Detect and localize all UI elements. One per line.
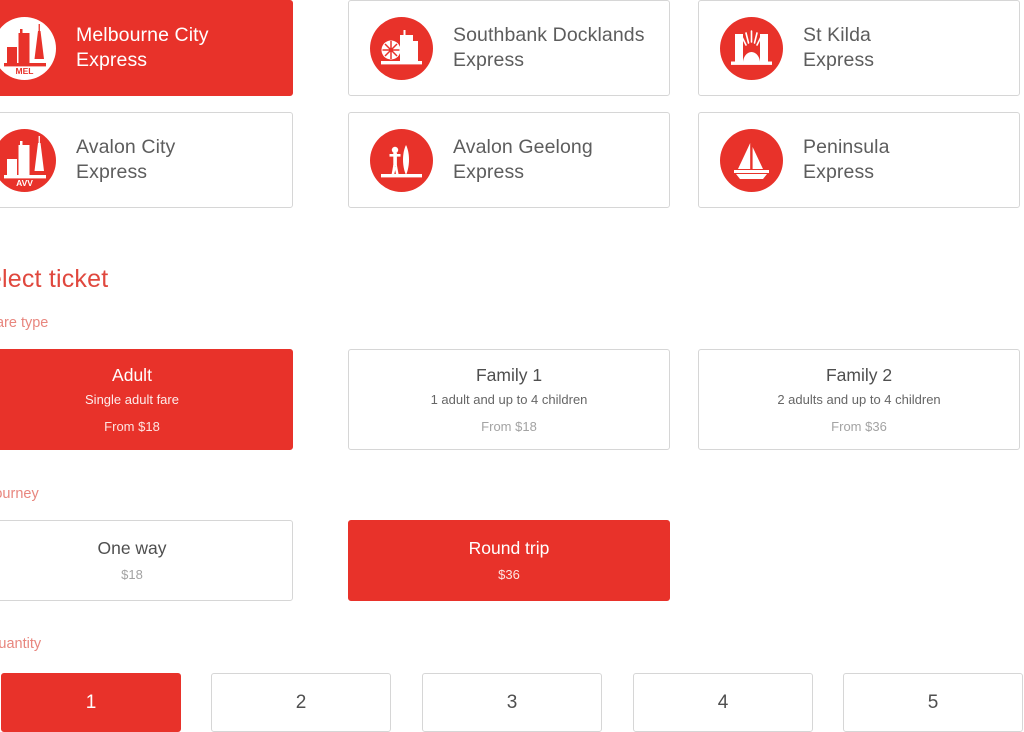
fare-type-subtitle: Single adult fare [85, 391, 179, 407]
journey-title: One way [97, 538, 167, 558]
quantity-label: 5 [927, 691, 939, 713]
fare-type-price: From $18 [104, 418, 160, 434]
route-card-label: St Kilda Express [803, 23, 874, 73]
city-skyline-icon: AVV [0, 128, 56, 192]
route-card-label-line1: St Kilda [803, 24, 872, 46]
journey-option-round-trip[interactable]: Round trip $36 [348, 520, 670, 601]
journey-price: $18 [121, 567, 143, 582]
sailboat-icon [720, 128, 783, 192]
route-card-label-line2: Express [803, 161, 875, 183]
page-title: Select ticket [0, 265, 109, 293]
quantity-option-5[interactable]: 5 [843, 673, 1023, 732]
luna-park-arch-icon [720, 16, 783, 80]
ferris-wheel-icon [370, 16, 433, 80]
fare-type-option-adult[interactable]: Adult Single adult fare From $18 [0, 349, 293, 450]
route-card-label: Peninsula Express [803, 135, 890, 185]
fare-type-title: Family 1 [475, 364, 543, 385]
route-card-label-line1: Southbank Docklands [453, 24, 645, 46]
route-card-label: Avalon Geelong Express [453, 135, 593, 185]
route-card-southbank-docklands-express[interactable]: Southbank Docklands Express [348, 0, 670, 96]
route-card-avalon-geelong-express[interactable]: Avalon Geelong Express [348, 112, 670, 208]
surfer-icon [370, 128, 433, 192]
quantity-label: 1 [85, 691, 97, 713]
route-card-label-line2: Express [803, 49, 875, 71]
fare-type-option-family-2[interactable]: Family 2 2 adults and up to 4 children F… [698, 349, 1020, 450]
route-card-melbourne-city-express[interactable]: MEL Melbourne City Express [0, 0, 293, 96]
journey-title: Round trip [468, 538, 550, 558]
route-card-label: Southbank Docklands Express [453, 23, 645, 73]
route-card-label-line2: Express [76, 49, 148, 71]
route-card-st-kilda-express[interactable]: St Kilda Express [698, 0, 1020, 96]
quantity-option-4[interactable]: 4 [633, 673, 813, 732]
fare-type-price: From $18 [481, 418, 537, 434]
quantity-option-1[interactable]: 1 [1, 673, 181, 732]
route-icon-code: AVV [16, 178, 33, 188]
route-card-label: Melbourne City Express [76, 23, 209, 73]
quantity-option-2[interactable]: 2 [211, 673, 391, 732]
fare-type-subtitle: 2 adults and up to 4 children [777, 391, 941, 407]
fare-type-price: From $36 [831, 418, 887, 434]
city-skyline-icon: MEL [0, 16, 56, 80]
route-card-peninsula-express[interactable]: Peninsula Express [698, 112, 1020, 208]
fare-type-title: Family 2 [825, 364, 893, 385]
booking-page: MEL Melbourne City Express Southbank Doc… [0, 0, 1024, 732]
route-card-label-line1: Avalon Geelong [453, 136, 593, 158]
journey-price: $36 [498, 567, 520, 582]
fare-type-option-family-1[interactable]: Family 1 1 adult and up to 4 children Fr… [348, 349, 670, 450]
route-card-label-line1: Melbourne City [76, 24, 209, 46]
fare-type-title: Adult [112, 364, 152, 385]
step-label-fare-type: 1. Fare type [0, 315, 49, 331]
quantity-label: 4 [717, 691, 729, 713]
quantity-label: 3 [506, 691, 518, 713]
route-card-label-line2: Express [453, 161, 525, 183]
fare-type-subtitle: 1 adult and up to 4 children [430, 391, 588, 407]
route-card-label-line1: Peninsula [803, 136, 890, 158]
step-label-journey: 2. Journey [0, 486, 39, 502]
route-card-avalon-city-express[interactable]: AVV Avalon City Express [0, 112, 293, 208]
quantity-label: 2 [295, 691, 307, 713]
quantity-option-3[interactable]: 3 [422, 673, 602, 732]
route-icon-code: MEL [16, 66, 34, 76]
route-card-label-line1: Avalon City [76, 136, 176, 158]
journey-option-one-way[interactable]: One way $18 [0, 520, 293, 601]
route-card-label-line2: Express [76, 161, 148, 183]
route-card-label: Avalon City Express [76, 135, 175, 185]
route-card-label-line2: Express [453, 49, 525, 71]
step-label-quantity: 3. Quantity [0, 636, 42, 652]
